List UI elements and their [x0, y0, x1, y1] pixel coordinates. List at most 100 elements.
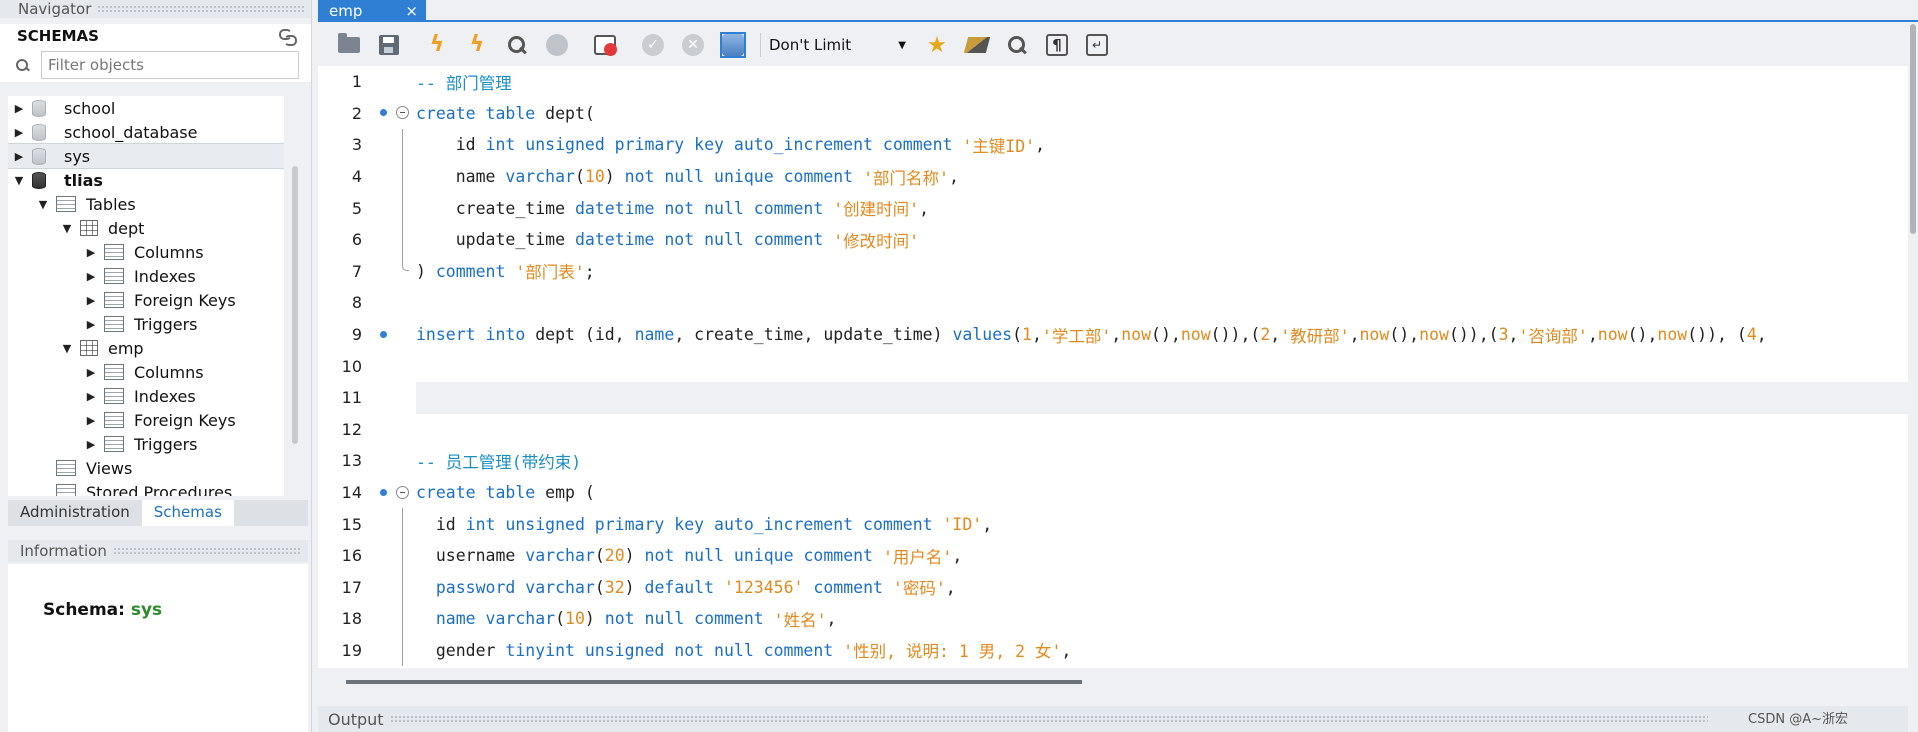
chevron-right-icon[interactable]: ▶ — [12, 126, 26, 139]
navigator-panel: Navigator SCHEMAS ▶ school ▶ school_databas… — [0, 0, 312, 732]
statement-marker-icon — [380, 109, 387, 117]
code-line[interactable]: 9 insert into dept (id, name, create_time… — [318, 319, 1908, 351]
information-panel: Schema: sys — [8, 564, 308, 732]
chevron-down-icon[interactable]: ▼ — [12, 174, 26, 187]
tree-item[interactable]: ▶ school — [8, 96, 284, 120]
sql-editor[interactable]: 1 -- 部门管理 2 create table dept(3 id int unsi… — [318, 66, 1908, 668]
commit-check-icon[interactable]: ✓ — [640, 32, 666, 58]
tree-item[interactable]: ▶ sys — [8, 143, 284, 169]
tab-schemas[interactable]: Schemas — [141, 500, 234, 526]
code-line[interactable]: 17 password varchar(32) default '123456'… — [318, 571, 1908, 604]
code-line[interactable]: 6 update_time datetime not null comment … — [318, 223, 1908, 256]
chevron-down-icon[interactable]: ▼ — [36, 198, 50, 211]
code-token: ( — [594, 546, 605, 566]
tree-scrollbar[interactable] — [292, 166, 298, 444]
code-line[interactable]: 1 -- 部门管理 — [318, 66, 1908, 98]
editor-gutter — [368, 319, 416, 351]
chevron-right-icon[interactable]: ▶ — [84, 318, 98, 331]
wrap-lines-icon[interactable]: ↵ — [1084, 32, 1110, 58]
execute-bolt-icon[interactable]: ϟ — [424, 32, 450, 58]
close-icon[interactable]: × — [405, 2, 418, 20]
tree-item[interactable]: ▶ school_database — [8, 120, 284, 144]
code-token: dept (id, — [525, 325, 635, 345]
tree-item[interactable]: Stored Procedures — [8, 480, 284, 496]
code-line[interactable]: 15 id int unsigned primary key auto_incr… — [318, 508, 1908, 540]
tree-item[interactable]: ▶ Foreign Keys — [8, 408, 284, 432]
editor-horizontal-scrollbar[interactable] — [346, 680, 1082, 684]
line-number: 12 — [341, 419, 362, 439]
code-line[interactable]: 8 — [318, 287, 1908, 319]
code-line[interactable]: 5 create_time datetime not null comment … — [318, 192, 1908, 224]
code-line[interactable]: 18 name varchar(10) not null comment '姓名… — [318, 603, 1908, 635]
editor-gutter — [368, 98, 416, 130]
tree-item-label: Foreign Keys — [134, 290, 236, 310]
find-icon[interactable] — [1004, 32, 1030, 58]
panel-grip[interactable] — [389, 715, 1708, 723]
tab-administration[interactable]: Administration — [8, 500, 142, 526]
code-token: create table — [416, 103, 536, 123]
tree-item[interactable]: ▼ tlias — [8, 168, 284, 192]
chevron-down-icon[interactable]: ▼ — [60, 342, 74, 355]
open-folder-icon[interactable] — [336, 32, 362, 58]
refresh-icon[interactable] — [279, 28, 297, 46]
chevron-right-icon[interactable]: ▶ — [84, 294, 98, 307]
add-snippet-star-icon[interactable]: ★ — [924, 32, 950, 58]
code-line[interactable]: 7) comment '部门表'; — [318, 255, 1908, 288]
chevron-right-icon[interactable]: ▶ — [84, 246, 98, 259]
tree-item[interactable]: Views — [8, 456, 284, 480]
tree-item[interactable]: ▼ Tables — [8, 192, 284, 216]
tree-item[interactable]: ▶ Triggers — [8, 432, 284, 456]
chevron-right-icon[interactable]: ▶ — [84, 414, 98, 427]
code-line[interactable]: 11 — [318, 381, 1908, 414]
explain-magnifier-icon[interactable] — [504, 32, 530, 58]
filter-objects-input[interactable] — [41, 51, 299, 79]
chevron-right-icon[interactable]: ▶ — [84, 270, 98, 283]
chevron-right-icon[interactable]: ▶ — [12, 150, 26, 163]
tree-item[interactable]: ▼ dept — [8, 216, 284, 240]
code-line[interactable]: 14 create table emp ( — [318, 477, 1908, 509]
execute-current-bolt-icon[interactable]: ϟ — [464, 32, 490, 58]
tables-folder-icon — [52, 193, 76, 212]
code-line[interactable]: 10 — [318, 350, 1908, 382]
code-token: default — [644, 577, 715, 597]
tree-item[interactable]: ▶ Indexes — [8, 264, 284, 288]
code-token: '123456' — [724, 577, 804, 597]
code-line[interactable]: 19 gender tinyint unsigned not null comm… — [318, 634, 1908, 667]
chevron-right-icon[interactable]: ▶ — [84, 438, 98, 451]
autocommit-icon[interactable] — [720, 32, 746, 58]
fold-toggle-icon[interactable] — [396, 485, 409, 499]
chevron-right-icon[interactable]: ▶ — [12, 102, 26, 115]
tree-item[interactable]: ▼ emp — [8, 336, 284, 360]
code-text: -- 部门管理 — [416, 66, 1908, 98]
limit-select[interactable]: Don't Limit ▼ — [760, 33, 910, 57]
tree-item[interactable]: ▶ Columns — [8, 240, 284, 264]
panel-grip[interactable] — [97, 5, 305, 13]
code-line[interactable]: 16 username varchar(20) not null unique … — [318, 539, 1908, 572]
statement-marker-icon — [380, 488, 387, 496]
chevron-right-icon[interactable]: ▶ — [84, 390, 98, 403]
code-line[interactable]: 13 -- 员工管理(带约束) — [318, 445, 1908, 477]
code-line[interactable]: 2 create table dept( — [318, 98, 1908, 130]
tree-item[interactable]: ▶ Columns — [8, 360, 284, 384]
tree-item[interactable]: ▶ Indexes — [8, 384, 284, 408]
rollback-icon[interactable]: ✕ — [680, 32, 706, 58]
save-icon[interactable] — [376, 32, 402, 58]
chevron-right-icon[interactable]: ▶ — [84, 366, 98, 379]
code-line[interactable]: 4 name varchar(10) not null unique comme… — [318, 160, 1908, 193]
toggle-error-icon[interactable] — [592, 32, 618, 58]
tree-item-label: Views — [86, 458, 133, 478]
stop-icon[interactable] — [544, 32, 570, 58]
tab-emp[interactable]: emp × — [318, 0, 426, 22]
fold-toggle-icon[interactable] — [396, 106, 409, 120]
code-line[interactable]: 3 id int unsigned primary key auto_incre… — [318, 129, 1908, 161]
editor-gutter — [368, 382, 416, 414]
line-number: 5 — [351, 198, 362, 218]
code-line[interactable]: 12 — [318, 414, 1908, 446]
tree-item[interactable]: ▶ Triggers — [8, 312, 284, 336]
invisible-chars-icon[interactable]: ¶ — [1044, 32, 1070, 58]
editor-vertical-scrollbar[interactable] — [1910, 24, 1916, 234]
panel-grip[interactable] — [112, 547, 302, 555]
beautify-brush-icon[interactable] — [963, 32, 991, 58]
chevron-down-icon[interactable]: ▼ — [60, 222, 74, 235]
tree-item[interactable]: ▶ Foreign Keys — [8, 288, 284, 312]
